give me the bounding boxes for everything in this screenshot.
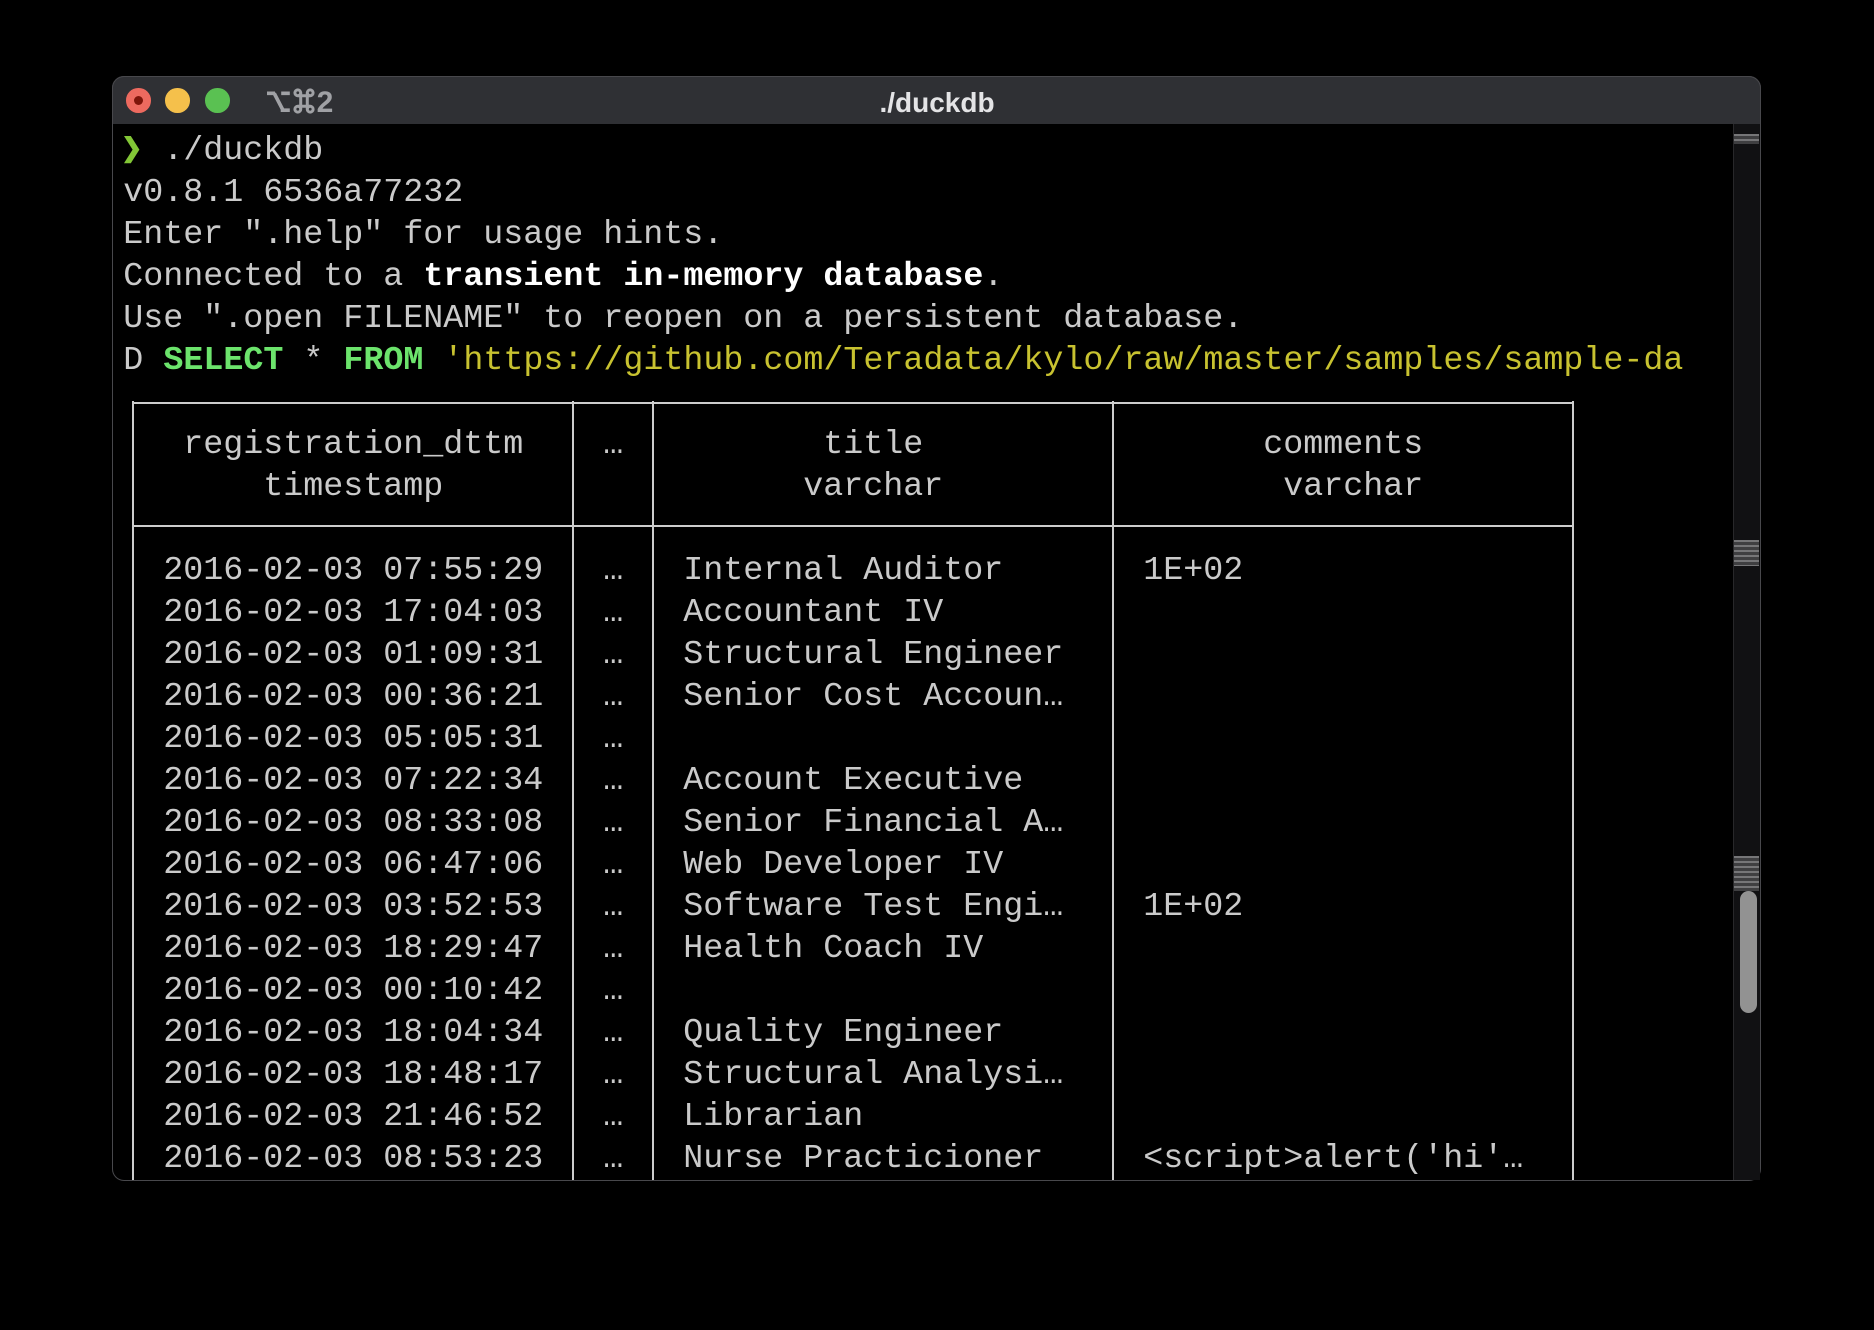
svg-text:2: 2 [317,87,333,115]
